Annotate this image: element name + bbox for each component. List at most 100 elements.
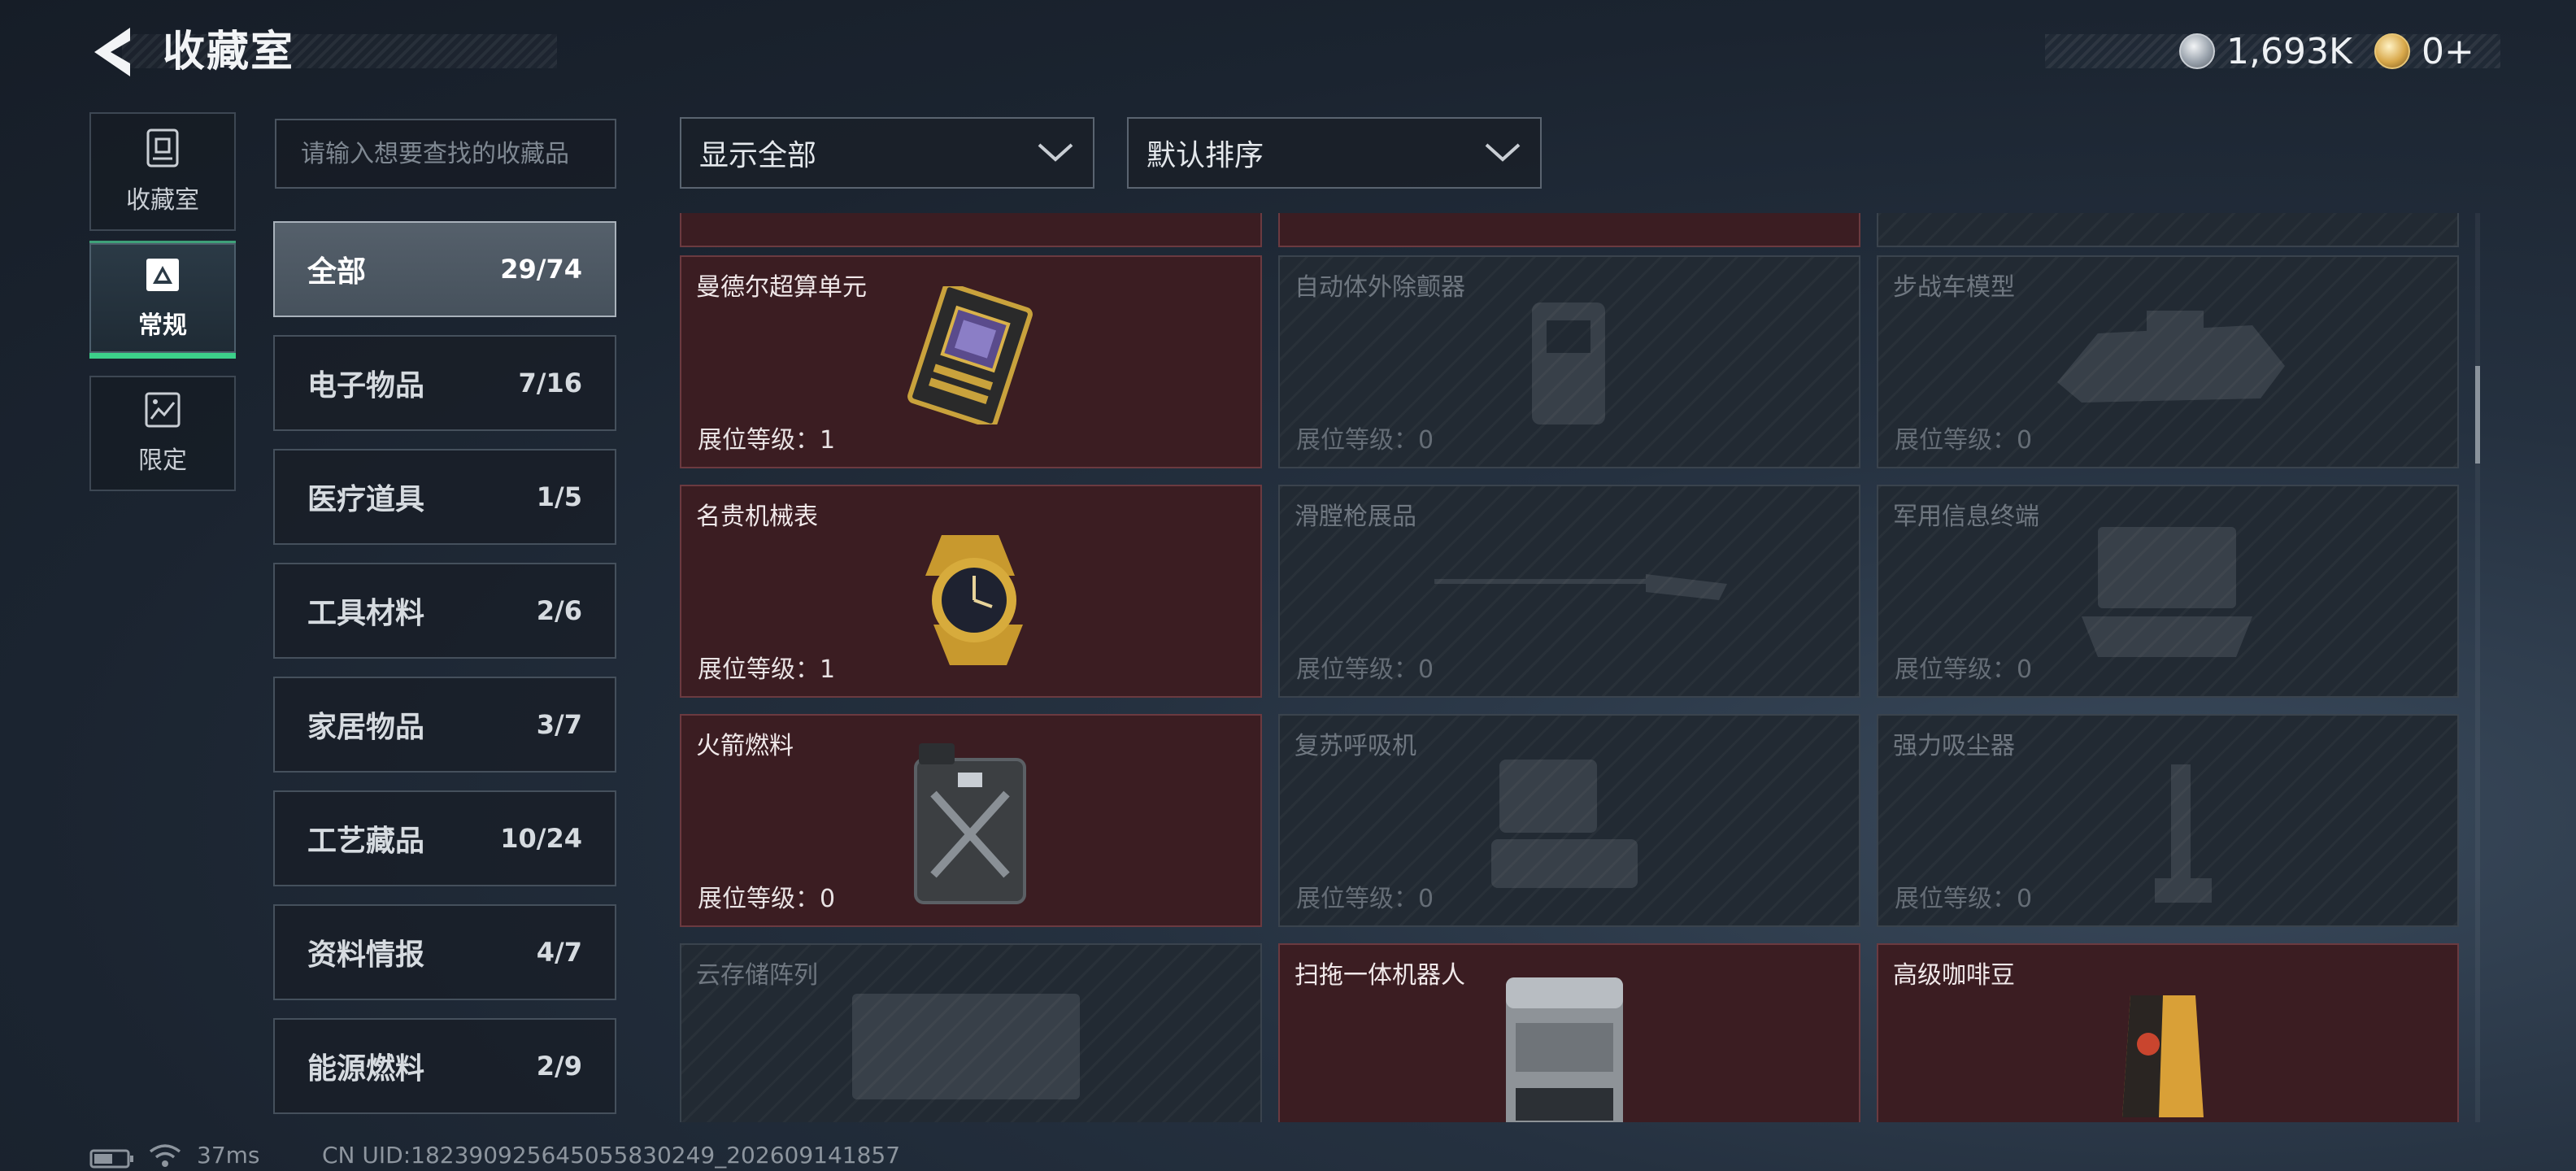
back-arrow-icon [94,28,130,76]
display-filter-dropdown[interactable]: 显示全部 [680,117,1094,189]
item-card-rocket-fuel[interactable]: 火箭燃料 展位等级：0 [680,714,1262,927]
category-name: 资料情报 [307,938,425,972]
category-crafts[interactable]: 工艺藏品 10/24 [273,790,616,886]
chevron-down-icon [1038,143,1073,162]
category-name: 工艺藏品 [307,825,425,858]
category-name: 家居物品 [307,711,425,744]
item-name: 强力吸尘器 [1893,732,2015,760]
ping-readout: 37ms [197,1142,260,1169]
item-level: 展位等级：0 [1895,426,2033,455]
item-name: 滑膛枪展品 [1295,503,1416,531]
musket-icon [1434,574,1727,600]
rail-tab-limited[interactable]: 限定 [89,376,236,491]
limited-icon [145,392,181,428]
category-all[interactable]: 全部 29/74 [273,221,616,317]
category-count: 29/74 [500,254,582,285]
category-count: 1/5 [536,481,582,512]
category-count: 2/9 [536,1051,582,1082]
item-level: 展位等级：0 [1296,426,1434,455]
item-card-mop-robot[interactable]: 扫拖一体机器人 [1278,943,1860,1122]
item-card-storage-array[interactable]: 云存储阵列 [680,943,1262,1122]
sort-dropdown[interactable]: 默认排序 [1127,117,1542,189]
display-filter-value: 显示全部 [699,139,817,172]
category-household[interactable]: 家居物品 3/7 [273,677,616,773]
category-tools[interactable]: 工具材料 2/6 [273,563,616,659]
rail-tab-label: 常规 [138,311,187,340]
rail-tab-regular[interactable]: 常规 [89,243,236,353]
rail-tab-collection-room[interactable]: 收藏室 [89,112,236,231]
item-name: 军用信息终端 [1893,503,2039,531]
currency-gold-value: 0+ [2422,30,2474,72]
item-card-vacuum-cleaner[interactable]: 强力吸尘器 展位等级：0 [1877,714,2459,927]
category-name: 能源燃料 [307,1052,425,1086]
collection-grid[interactable]: 曼德尔超算单元 展位等级：1 自动体外除颤器 展位等级：0 步战车模型 展位等级… [680,213,2461,1122]
fuel-can-icon [914,743,1026,904]
item-name: 扫拖一体机器人 [1295,961,1465,990]
supercomputer-unit-icon [907,286,1033,424]
category-name: 医疗道具 [307,483,425,516]
item-name: 火箭燃料 [696,732,794,760]
item-name: 名贵机械表 [696,503,818,531]
collection-room-icon [146,128,179,168]
item-name: 曼德尔超算单元 [696,273,867,302]
storage-array-icon [852,994,1080,1099]
category-count: 10/24 [500,823,582,854]
item-card-partial[interactable] [1278,213,1860,247]
item-card-mechanical-watch[interactable]: 名贵机械表 展位等级：1 [680,485,1262,698]
category-medical[interactable]: 医疗道具 1/5 [273,449,616,545]
rail-tab-label: 收藏室 [126,186,199,215]
currency-silver-value: 1,693K [2226,30,2352,72]
item-name: 高级咖啡豆 [1893,961,2015,990]
category-intel[interactable]: 资料情报 4/7 [273,904,616,1000]
coffee-beans-icon [2122,995,2204,1117]
item-card-military-terminal[interactable]: 军用信息终端 展位等级：0 [1877,485,2459,698]
category-name: 电子物品 [307,369,425,403]
gold-coin-icon [2374,33,2410,69]
item-name: 复苏呼吸机 [1295,732,1416,760]
item-level: 展位等级：0 [1895,655,2033,684]
rail-active-indicator [89,353,236,359]
grid-scrollbar[interactable] [2475,213,2480,1122]
item-name: 步战车模型 [1893,273,2015,302]
item-card-coffee-beans[interactable]: 高级咖啡豆 [1877,943,2459,1122]
item-card-partial[interactable] [1877,213,2459,247]
mechanical-watch-icon [925,535,1023,665]
item-card-musket[interactable]: 滑膛枪展品 展位等级：0 [1278,485,1860,698]
search-input[interactable] [275,119,616,189]
ifv-model-icon [2057,311,2285,403]
item-card-partial[interactable] [680,213,1262,247]
item-card-defibrillator[interactable]: 自动体外除颤器 展位等级：0 [1278,255,1860,468]
regular-icon [146,258,179,291]
item-card-supercomputer-unit[interactable]: 曼德尔超算单元 展位等级：1 [680,255,1262,468]
item-level: 展位等级：1 [698,655,836,684]
category-energy[interactable]: 能源燃料 2/9 [273,1018,616,1114]
defibrillator-icon [1532,303,1605,424]
category-name: 全部 [307,255,367,289]
item-name: 云存储阵列 [696,961,818,990]
category-name: 工具材料 [307,597,425,630]
item-level: 展位等级：0 [1895,885,2033,913]
military-terminal-icon [2082,527,2252,657]
vacuum-cleaner-icon [2155,764,2212,903]
item-level: 展位等级：0 [1296,885,1434,913]
back-button[interactable] [88,23,140,81]
wifi-icon [149,1144,181,1167]
category-count: 4/7 [536,937,582,968]
item-level: 展位等级：0 [1296,655,1434,684]
silver-coin-icon [2179,33,2215,69]
category-count: 3/7 [536,709,582,740]
chevron-down-icon [1485,143,1521,162]
category-electronics[interactable]: 电子物品 7/16 [273,335,616,431]
grid-scroll-thumb[interactable] [2475,366,2480,464]
category-count: 7/16 [518,368,582,398]
currency-silver: 1,693K [2179,24,2352,78]
item-card-ifv-model[interactable]: 步战车模型 展位等级：0 [1877,255,2459,468]
item-name: 自动体外除颤器 [1295,273,1465,302]
page-title: 收藏室 [163,28,295,76]
rail-tab-label: 限定 [138,446,187,475]
item-level: 展位等级：1 [698,426,836,455]
item-card-ventilator[interactable]: 复苏呼吸机 展位等级：0 [1278,714,1860,927]
sort-value: 默认排序 [1147,139,1264,172]
currency-gold[interactable]: 0+ [2374,24,2474,78]
category-count: 2/6 [536,595,582,626]
